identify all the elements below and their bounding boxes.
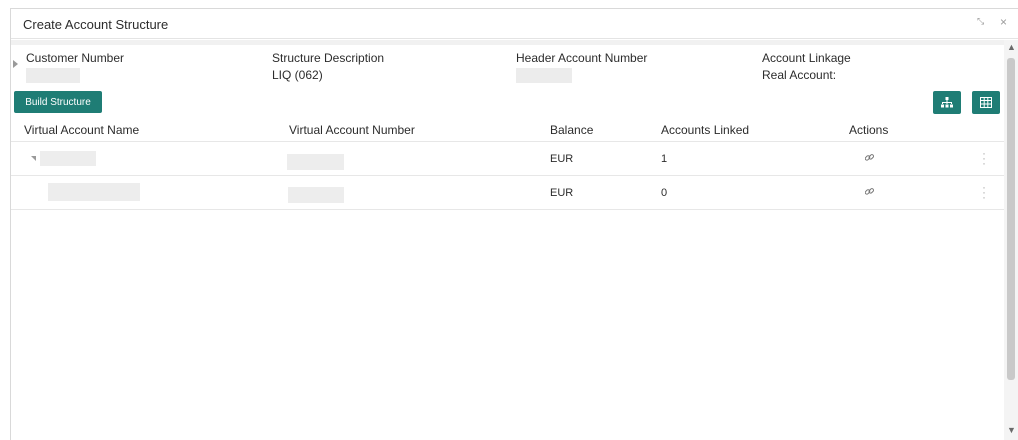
scroll-up-icon[interactable]: ▲ bbox=[1007, 42, 1016, 52]
column-header-balance[interactable]: Balance bbox=[550, 123, 593, 137]
hierarchy-icon bbox=[941, 97, 953, 108]
structure-description-value: LIQ (062) bbox=[272, 68, 323, 82]
virtual-account-name bbox=[48, 183, 140, 201]
scroll-thumb[interactable] bbox=[1007, 58, 1015, 380]
build-structure-button[interactable]: Build Structure bbox=[14, 91, 102, 113]
column-header-accounts-linked[interactable]: Accounts Linked bbox=[661, 123, 749, 137]
link-icon[interactable] bbox=[864, 187, 875, 199]
header-account-number-field: Header Account Number bbox=[516, 51, 648, 83]
accounts-linked-cell: 0 bbox=[661, 187, 668, 199]
virtual-account-name bbox=[40, 151, 96, 166]
account-linkage-field: Account Linkage Real Account: bbox=[762, 51, 851, 82]
hierarchy-view-button[interactable] bbox=[933, 91, 961, 114]
balance-cell: EUR bbox=[550, 187, 574, 199]
close-icon[interactable]: × bbox=[1000, 15, 1007, 29]
row-menu-icon[interactable]: · · · bbox=[982, 181, 986, 203]
create-account-structure-dialog: Create Account Structure ⤡ × Customer Nu… bbox=[10, 8, 1018, 440]
scroll-down-icon[interactable]: ▼ bbox=[1007, 425, 1016, 435]
accounts-linked-cell: 1 bbox=[661, 153, 668, 165]
column-header-virtual-account-number[interactable]: Virtual Account Number bbox=[289, 123, 415, 137]
grid-view-button[interactable] bbox=[972, 91, 1000, 114]
expand-header-icon[interactable] bbox=[13, 60, 18, 68]
table-row[interactable]: EUR 1 · · · bbox=[11, 142, 1004, 176]
header-account-number-value bbox=[516, 68, 572, 83]
column-header-actions: Actions bbox=[849, 123, 889, 137]
table-row[interactable]: EUR 0 · · · bbox=[11, 176, 1004, 210]
virtual-account-number bbox=[288, 187, 344, 203]
column-header-virtual-account-name[interactable]: Virtual Account Name bbox=[24, 123, 139, 137]
grid-icon bbox=[980, 97, 992, 108]
table-header: Virtual Account Name Virtual Account Num… bbox=[11, 120, 1004, 142]
header-account-number-label: Header Account Number bbox=[516, 51, 648, 65]
customer-number-field: Customer Number bbox=[26, 51, 125, 83]
minimize-icon[interactable]: ⤡ bbox=[977, 16, 984, 27]
balance-cell: EUR bbox=[550, 153, 574, 165]
virtual-account-number bbox=[287, 154, 344, 170]
virtual-accounts-table: Virtual Account Name Virtual Account Num… bbox=[11, 120, 1004, 210]
account-linkage-value: Real Account: bbox=[762, 68, 837, 82]
header-strip bbox=[11, 40, 1004, 45]
customer-number-value bbox=[26, 68, 80, 83]
row-menu-icon[interactable]: · · · bbox=[982, 147, 986, 169]
structure-description-label: Structure Description bbox=[272, 51, 385, 65]
dialog-title: Create Account Structure bbox=[23, 17, 169, 32]
link-icon[interactable] bbox=[864, 153, 875, 165]
structure-description-field: Structure Description LIQ (062) bbox=[272, 51, 384, 82]
customer-number-label: Customer Number bbox=[26, 51, 125, 65]
dialog-titlebar: Create Account Structure ⤡ × bbox=[11, 9, 1018, 39]
vertical-scrollbar[interactable]: ▲ ▼ bbox=[1004, 40, 1018, 440]
account-linkage-label: Account Linkage bbox=[762, 51, 851, 65]
collapse-row-icon[interactable] bbox=[31, 156, 36, 161]
